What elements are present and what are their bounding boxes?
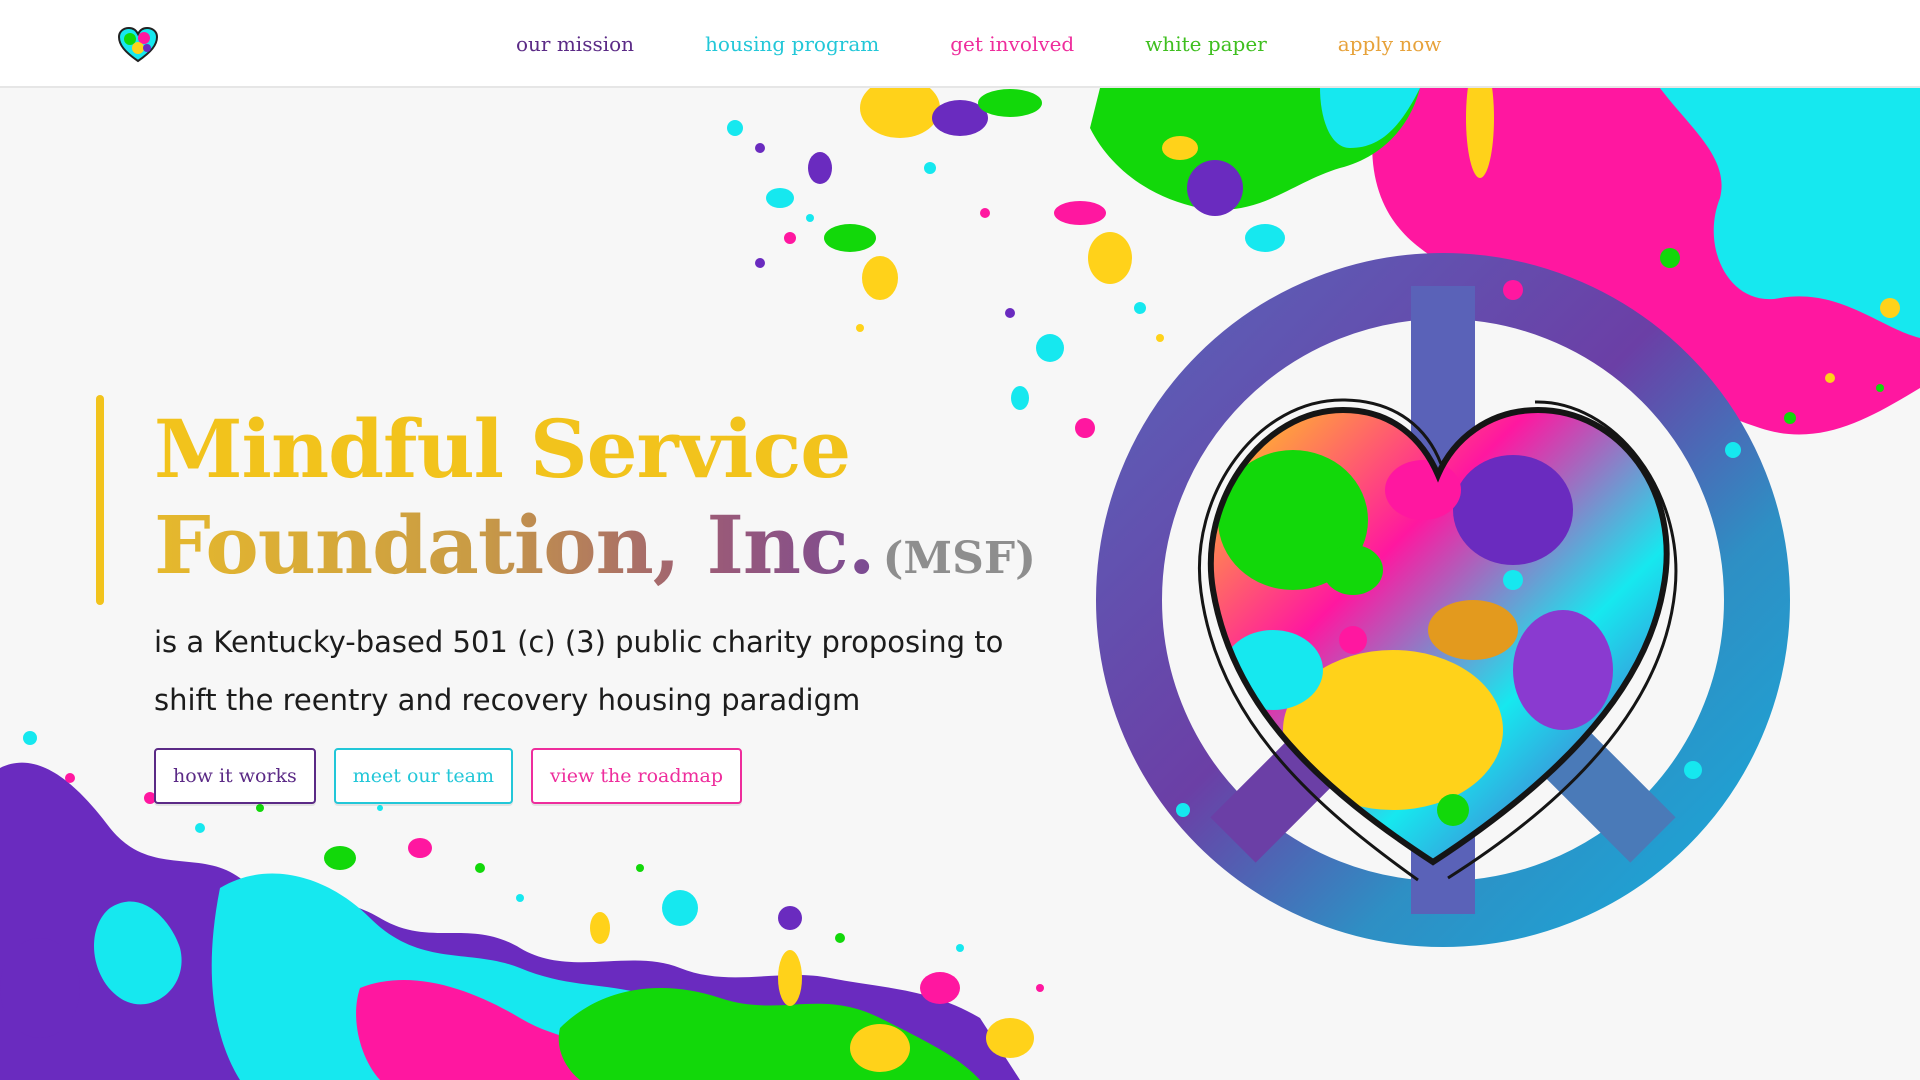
meet-our-team-button[interactable]: meet our team <box>333 748 513 804</box>
main-nav: our mission housing program get involved… <box>516 0 1441 88</box>
hero-accent-bar <box>96 395 104 605</box>
hero-description: is a Kentucky-based 501 (c) (3) public c… <box>154 625 1004 717</box>
nav-apply-now[interactable]: apply now <box>1338 32 1442 56</box>
nav-get-involved[interactable]: get involved <box>950 32 1074 56</box>
site-header: our mission housing program get involved… <box>0 0 1920 88</box>
hero-buttons: how it works meet our team view the road… <box>154 748 743 804</box>
title-abbreviation: (MSF) <box>882 533 1036 584</box>
how-it-works-button[interactable]: how it works <box>154 748 316 804</box>
title-line-1: Mindful Service <box>154 402 851 496</box>
heart-logo-icon[interactable] <box>117 26 159 64</box>
hero-title: Mindful Service Foundation, Inc. (MSF) <box>154 401 1036 607</box>
view-roadmap-button[interactable]: view the roadmap <box>530 748 743 804</box>
nav-our-mission[interactable]: our mission <box>516 32 634 56</box>
nav-white-paper[interactable]: white paper <box>1145 32 1267 56</box>
peace-heart-icon <box>1096 253 1790 947</box>
title-line-2: Foundation, Inc. <box>154 498 876 592</box>
nav-housing-program[interactable]: housing program <box>705 32 879 56</box>
